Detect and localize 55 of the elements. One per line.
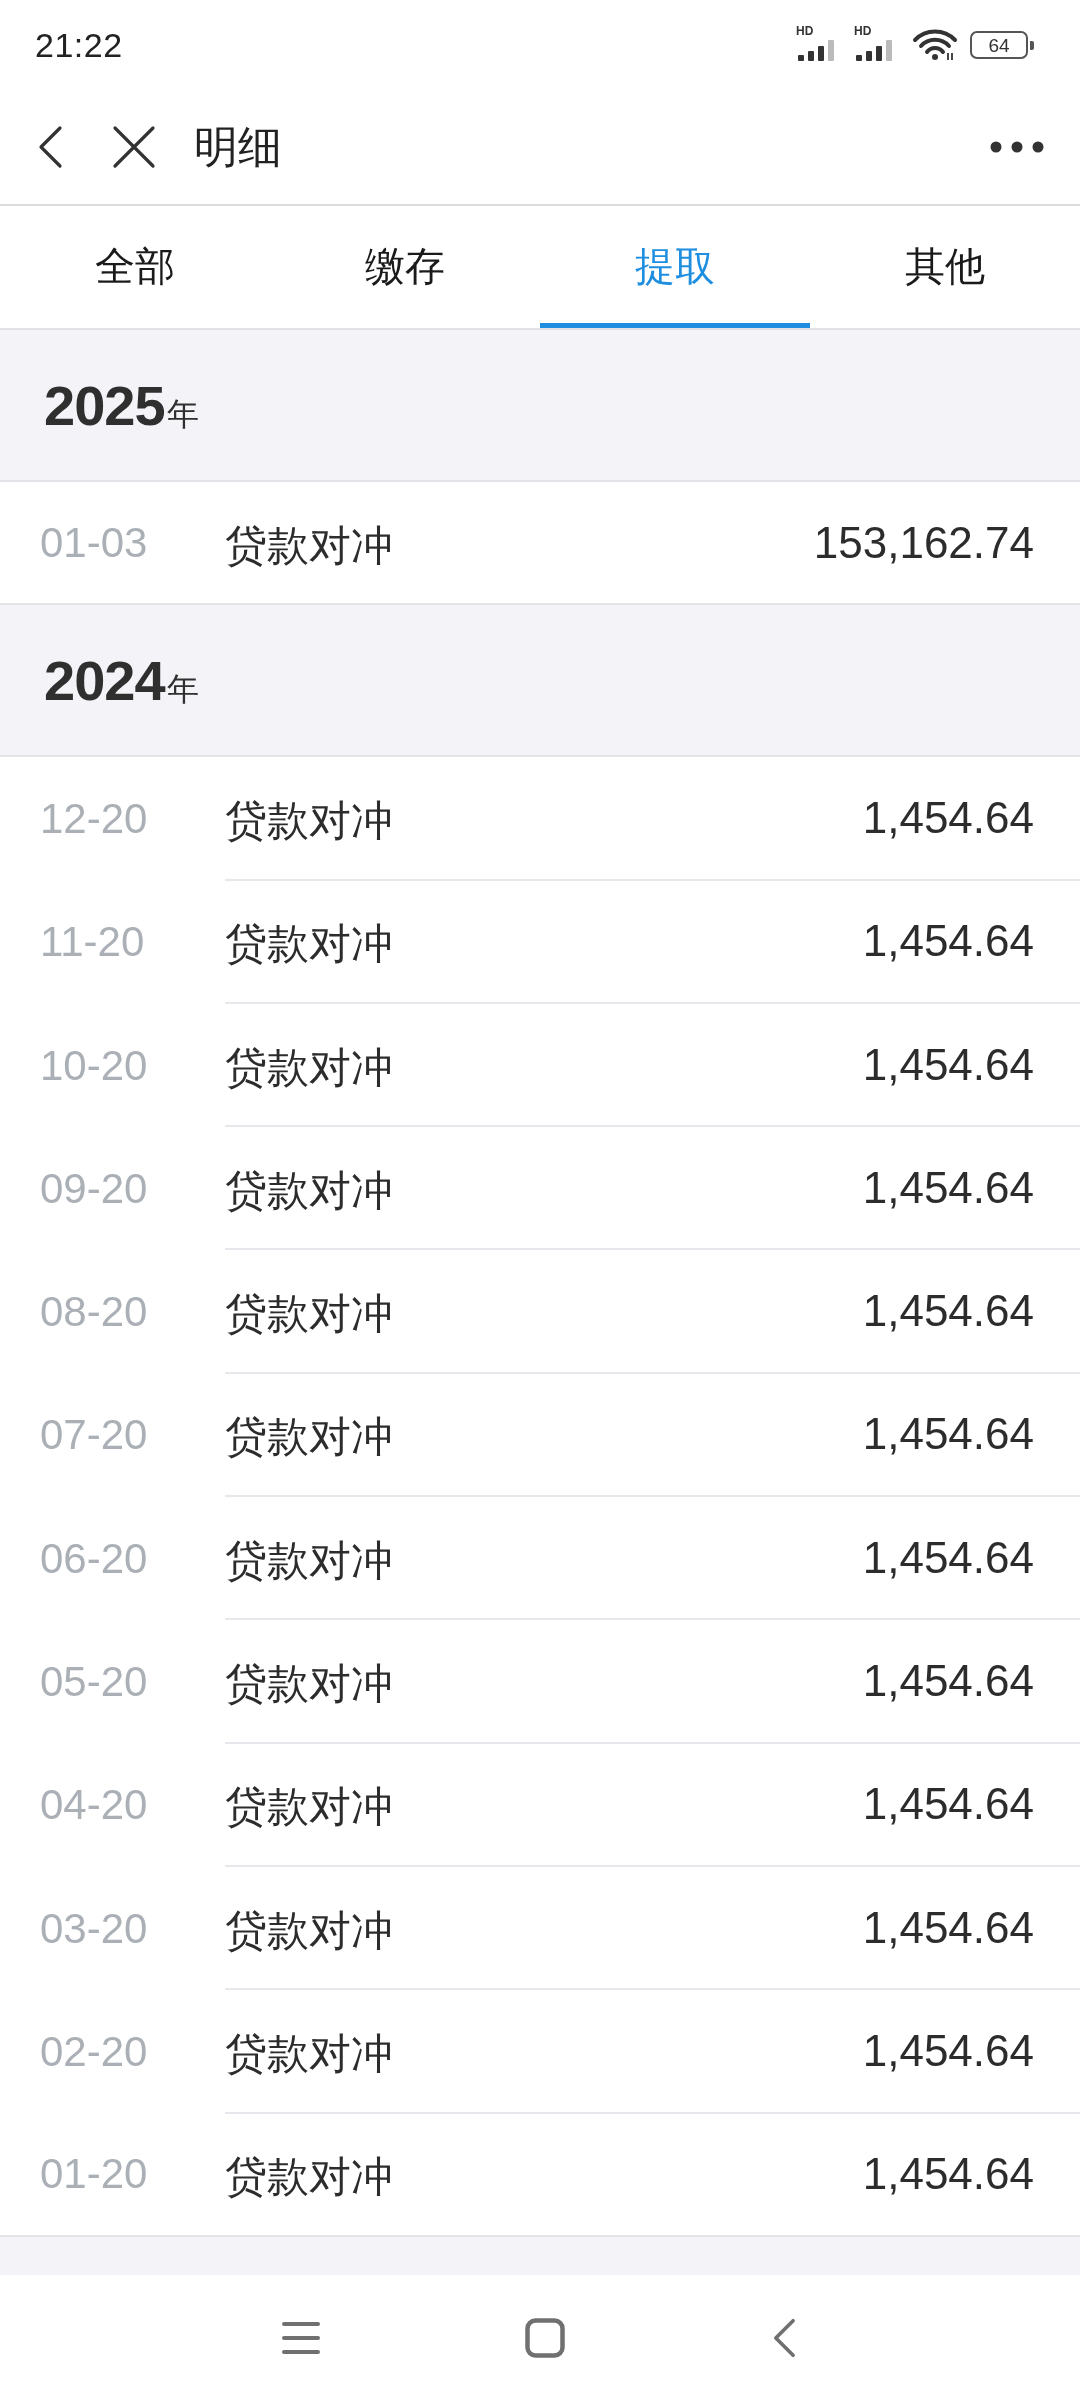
transaction-amount: 1,454.64 [862, 1409, 1034, 1460]
transaction-amount: 1,454.64 [862, 1039, 1034, 1090]
transaction-description: 贷款对冲 [225, 1535, 393, 1586]
menu-icon [282, 2321, 320, 2355]
transaction-description: 贷款对冲 [225, 2152, 393, 2203]
transaction-amount: 1,454.64 [862, 792, 1034, 843]
more-button[interactable] [990, 141, 1044, 153]
transaction-description: 贷款对冲 [225, 1905, 393, 1956]
transaction-date: 12-20 [40, 794, 149, 843]
transaction-date: 09-20 [40, 1164, 149, 1213]
transaction-description: 贷款对冲 [225, 1412, 393, 1463]
home-button[interactable] [525, 2318, 565, 2358]
close-button[interactable] [112, 125, 156, 169]
status-time: 21:22 [35, 25, 123, 65]
transaction-amount: 1,454.64 [862, 2025, 1034, 2076]
more-icon [990, 141, 1044, 153]
recent-apps-button[interactable] [282, 2321, 320, 2355]
transaction-amount: 1,454.64 [862, 2149, 1034, 2200]
transaction-description: 贷款对冲 [225, 1165, 393, 1216]
transaction-date: 07-20 [40, 1411, 149, 1460]
transaction-amount: 1,454.64 [862, 1162, 1034, 1213]
transaction-amount: 1,454.64 [862, 1656, 1034, 1706]
transaction-description: 贷款对冲 [225, 795, 393, 846]
transaction-description: 贷款对冲 [225, 1782, 393, 1833]
transaction-date: 01-03 [40, 518, 149, 567]
transaction-description: 贷款对冲 [225, 2028, 393, 2079]
network-type-label: HD [796, 25, 814, 37]
transaction-date: 01-20 [40, 2150, 149, 2199]
page-title: 明细 [194, 120, 282, 173]
year-heading: 2025年 [44, 372, 199, 438]
transaction-date: 10-20 [40, 1041, 149, 1090]
transaction-description: 贷款对冲 [225, 919, 393, 970]
transaction-date: 06-20 [40, 1534, 149, 1583]
network-type-label: HD [854, 25, 872, 37]
transaction-amount: 1,454.64 [862, 916, 1034, 967]
battery-indicator: 64 [970, 31, 1034, 59]
transaction-amount: 1,454.64 [862, 1902, 1034, 1953]
transaction-amount: 1,454.64 [862, 1532, 1034, 1583]
home-icon [525, 2318, 565, 2358]
transaction-description: 贷款对冲 [225, 520, 393, 571]
transaction-date: 02-20 [40, 2027, 149, 2076]
transaction-description: 贷款对冲 [225, 1042, 393, 1093]
transaction-date: 11-20 [40, 918, 146, 967]
year-heading: 2024年 [44, 647, 199, 713]
transaction-date: 05-20 [40, 1658, 149, 1706]
wifi-icon [912, 29, 958, 61]
close-icon [112, 125, 156, 169]
transaction-amount: 153,162.74 [813, 517, 1034, 568]
transaction-amount: 1,454.64 [862, 1286, 1034, 1337]
transaction-date: 08-20 [40, 1288, 149, 1337]
transaction-description: 贷款对冲 [225, 1659, 393, 1709]
transaction-date: 04-20 [40, 1781, 149, 1830]
transaction-date: 03-20 [40, 1904, 149, 1953]
transaction-amount: 1,454.64 [862, 1779, 1034, 1830]
transaction-description: 贷款对冲 [225, 1289, 393, 1340]
